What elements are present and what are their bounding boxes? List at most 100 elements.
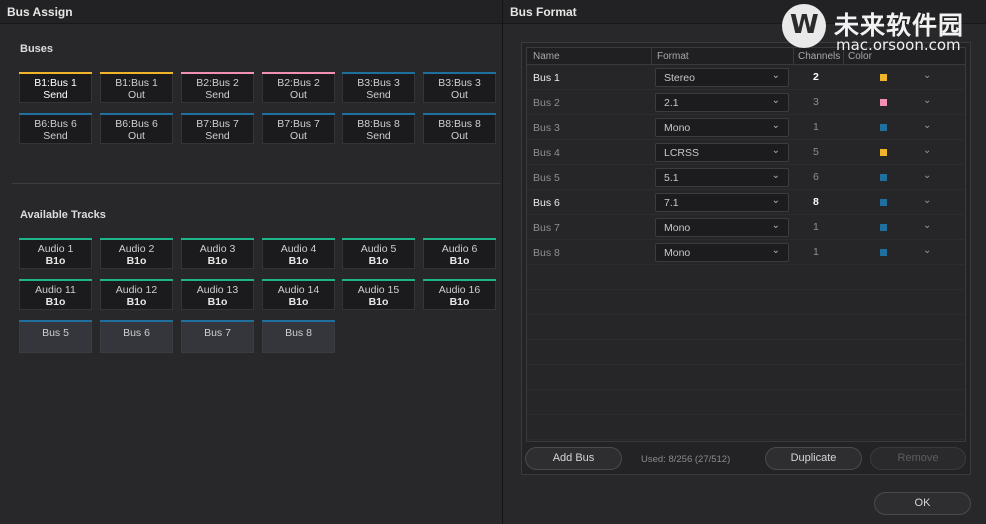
track-chip[interactable]: Audio 13 B1o [181, 279, 254, 310]
table-row[interactable]: Bus 6 7.1 ⌄ 8 ⌄ [527, 190, 965, 215]
track-chip[interactable]: Audio 6 B1o [423, 238, 496, 269]
bus-track-chip[interactable]: Bus 7 [181, 320, 254, 353]
bus-chip[interactable]: B1:Bus 1 Out [100, 72, 173, 103]
color-chevron-down-icon[interactable]: ⌄ [923, 195, 931, 206]
bus-color-bar [262, 113, 335, 115]
bus-chip-mode: Send [43, 89, 68, 101]
track-color-bar [342, 238, 415, 240]
track-chip-label: Audio 15 [357, 284, 400, 296]
bus-chip-label: B2:Bus 2 [277, 77, 320, 89]
empty-row [527, 315, 965, 340]
format-select[interactable]: LCRSS ⌄ [655, 143, 789, 162]
format-select[interactable]: 2.1 ⌄ [655, 93, 789, 112]
track-color-bar [181, 238, 254, 240]
color-chevron-down-icon[interactable]: ⌄ [923, 245, 931, 256]
table-row[interactable]: Bus 1 Stereo ⌄ 2 ⌄ [527, 65, 965, 90]
bus-color-bar [100, 113, 173, 115]
chevron-down-icon: ⌄ [771, 70, 780, 81]
track-chip[interactable]: Audio 2 B1o [100, 238, 173, 269]
bus-chip[interactable]: B3:Bus 3 Send [342, 72, 415, 103]
track-chip[interactable]: Audio 14 B1o [262, 279, 335, 310]
chevron-down-icon: ⌄ [771, 145, 780, 156]
format-select[interactable]: Mono ⌄ [655, 118, 789, 137]
used-channels-text: Used: 8/256 (27/512) [641, 454, 731, 465]
bus-chip[interactable]: B2:Bus 2 Out [262, 72, 335, 103]
track-chip-label: Audio 1 [37, 243, 74, 255]
format-select[interactable]: 7.1 ⌄ [655, 193, 789, 212]
format-value: Mono [664, 222, 691, 234]
table-row[interactable]: Bus 3 Mono ⌄ 1 ⌄ [527, 115, 965, 140]
bus-color-bar [423, 113, 496, 115]
color-swatch [880, 199, 887, 206]
format-select[interactable]: Mono ⌄ [655, 243, 789, 262]
table-row[interactable]: Bus 8 Mono ⌄ 1 ⌄ [527, 240, 965, 265]
col-format-header[interactable]: Format [657, 51, 689, 62]
bus-track-color-bar [262, 320, 335, 322]
bus-chip[interactable]: B8:Bus 8 Send [342, 113, 415, 144]
color-swatch [880, 99, 887, 106]
color-swatch [880, 224, 887, 231]
track-chip[interactable]: Audio 1 B1o [19, 238, 92, 269]
bus-track-label: Bus 8 [285, 327, 312, 339]
track-chip[interactable]: Audio 11 B1o [19, 279, 92, 310]
track-chip[interactable]: Audio 5 B1o [342, 238, 415, 269]
track-chip[interactable]: Audio 3 B1o [181, 238, 254, 269]
bus-color-bar [423, 72, 496, 74]
color-chevron-down-icon[interactable]: ⌄ [923, 95, 931, 106]
bus-chip-label: B8:Bus 8 [357, 118, 400, 130]
bus-track-color-bar [19, 320, 92, 322]
table-row[interactable]: Bus 2 2.1 ⌄ 3 ⌄ [527, 90, 965, 115]
track-chip[interactable]: Audio 4 B1o [262, 238, 335, 269]
track-chip-bus: B1o [207, 296, 228, 308]
color-swatch [880, 74, 887, 81]
table-row[interactable]: Bus 4 LCRSS ⌄ 5 ⌄ [527, 140, 965, 165]
bus-chip[interactable]: B7:Bus 7 Out [262, 113, 335, 144]
color-chevron-down-icon[interactable]: ⌄ [923, 70, 931, 81]
chevron-down-icon: ⌄ [771, 95, 780, 106]
bus-chip[interactable]: B2:Bus 2 Send [181, 72, 254, 103]
channel-count: 3 [813, 96, 819, 108]
bus-chip[interactable]: B7:Bus 7 Send [181, 113, 254, 144]
col-name-header[interactable]: Name [533, 51, 560, 62]
format-select[interactable]: Mono ⌄ [655, 218, 789, 237]
ok-button[interactable]: OK [874, 492, 971, 515]
bus-assign-panel: Bus Assign Buses B1:Bus 1 Send B1:Bus 1 Out… [0, 0, 502, 524]
track-chip-bus: B1o [207, 255, 228, 267]
duplicate-button[interactable]: Duplicate [765, 447, 862, 470]
bus-track-chip[interactable]: Bus 6 [100, 320, 173, 353]
bus-chip-mode: Send [366, 89, 391, 101]
bus-color-bar [342, 72, 415, 74]
format-value: 2.1 [664, 97, 679, 109]
bus-chip[interactable]: B3:Bus 3 Out [423, 72, 496, 103]
table-row[interactable]: Bus 7 Mono ⌄ 1 ⌄ [527, 215, 965, 240]
track-chip-bus: B1o [449, 255, 470, 267]
color-chevron-down-icon[interactable]: ⌄ [923, 170, 931, 181]
track-chip[interactable]: Audio 15 B1o [342, 279, 415, 310]
track-color-bar [423, 238, 496, 240]
format-select[interactable]: Stereo ⌄ [655, 68, 789, 87]
chevron-down-icon: ⌄ [771, 120, 780, 131]
bus-color-bar [181, 113, 254, 115]
color-chevron-down-icon[interactable]: ⌄ [923, 145, 931, 156]
color-chevron-down-icon[interactable]: ⌄ [923, 120, 931, 131]
add-bus-button[interactable]: Add Bus [525, 447, 622, 470]
bus-chip-label: B3:Bus 3 [357, 77, 400, 89]
format-select[interactable]: 5.1 ⌄ [655, 168, 789, 187]
bus-track-label: Bus 5 [42, 327, 69, 339]
bus-chip[interactable]: B6:Bus 6 Send [19, 113, 92, 144]
bus-chip[interactable]: B8:Bus 8 Out [423, 113, 496, 144]
bus-chip-mode: Out [290, 130, 307, 142]
bus-chip[interactable]: B1:Bus 1 Send [19, 72, 92, 103]
track-chip[interactable]: Audio 12 B1o [100, 279, 173, 310]
track-chip[interactable]: Audio 16 B1o [423, 279, 496, 310]
bus-assign-title-bar [0, 0, 502, 24]
bus-track-chip[interactable]: Bus 8 [262, 320, 335, 353]
bus-track-chip[interactable]: Bus 5 [19, 320, 92, 353]
table-row[interactable]: Bus 5 5.1 ⌄ 6 ⌄ [527, 165, 965, 190]
bus-color-bar [342, 113, 415, 115]
color-chevron-down-icon[interactable]: ⌄ [923, 220, 931, 231]
bus-chip-mode: Out [290, 89, 307, 101]
bus-chip[interactable]: B6:Bus 6 Out [100, 113, 173, 144]
track-chip-bus: B1o [288, 296, 309, 308]
remove-button[interactable]: Remove [870, 447, 966, 470]
